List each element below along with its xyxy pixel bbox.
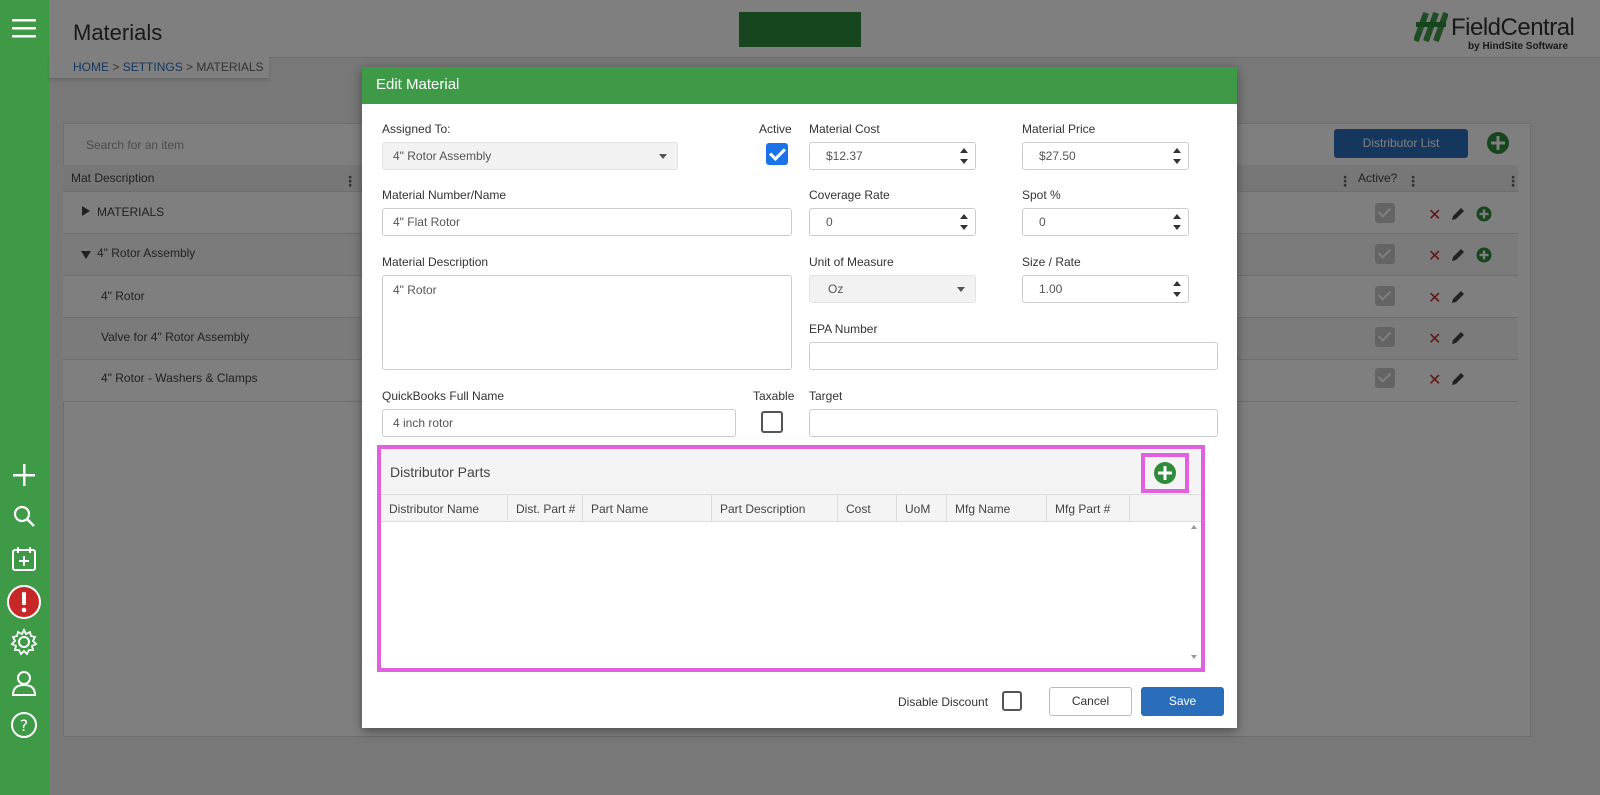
material-cost-label: Material Cost xyxy=(809,122,880,136)
col-spacer xyxy=(1130,495,1201,522)
material-number-label: Material Number/Name xyxy=(382,188,507,202)
search-icon[interactable] xyxy=(8,500,40,532)
scrollbar[interactable] xyxy=(1189,523,1199,661)
target-input[interactable] xyxy=(809,409,1218,437)
col-uom[interactable]: UoM xyxy=(897,495,947,522)
spot-pct-label: Spot % xyxy=(1022,188,1061,202)
add-distributor-part-button[interactable] xyxy=(1141,453,1189,493)
epa-number-label: EPA Number xyxy=(809,322,878,336)
dialog-title: Edit Material xyxy=(362,67,1237,104)
spot-pct-input[interactable]: 0 xyxy=(1022,208,1189,236)
active-checkbox[interactable] xyxy=(766,143,788,165)
distributor-parts-header xyxy=(381,449,1201,494)
disable-discount-checkbox[interactable] xyxy=(1002,691,1022,711)
taxable-checkbox[interactable] xyxy=(761,411,783,433)
material-cost-input[interactable]: $12.37 xyxy=(809,142,976,170)
stepper-icon[interactable] xyxy=(1172,212,1182,232)
material-number-input[interactable]: 4" Flat Rotor xyxy=(382,208,792,236)
col-distributor-name[interactable]: Distributor Name xyxy=(381,495,508,522)
chevron-down-icon xyxy=(659,154,667,159)
edit-material-dialog: Edit Material Assigned To: 4" Rotor Asse… xyxy=(362,67,1237,728)
assigned-to-label: Assigned To: xyxy=(382,122,451,136)
left-nav: ? xyxy=(0,0,49,795)
menu-icon[interactable] xyxy=(8,12,40,44)
quickbooks-name-label: QuickBooks Full Name xyxy=(382,389,505,403)
size-rate-input[interactable]: 1.00 xyxy=(1022,275,1189,303)
distributor-parts-title: Distributor Parts xyxy=(390,464,491,480)
col-mfg-name[interactable]: Mfg Name xyxy=(947,495,1047,522)
col-dist-part-number[interactable]: Dist. Part # xyxy=(508,495,583,522)
col-part-description[interactable]: Part Description xyxy=(712,495,838,522)
add-icon[interactable] xyxy=(8,459,40,491)
alert-icon[interactable] xyxy=(6,584,42,620)
material-description-textarea[interactable]: 4" Rotor xyxy=(382,275,792,370)
material-price-input[interactable]: $27.50 xyxy=(1022,142,1189,170)
active-label: Active xyxy=(759,122,792,136)
save-button[interactable]: Save xyxy=(1141,687,1224,716)
col-part-name[interactable]: Part Name xyxy=(583,495,712,522)
material-price-label: Material Price xyxy=(1022,122,1096,136)
target-label: Target xyxy=(809,389,843,403)
stepper-icon[interactable] xyxy=(1172,146,1182,166)
stepper-icon[interactable] xyxy=(1172,279,1182,299)
col-cost[interactable]: Cost xyxy=(838,495,897,522)
plus-circle-icon xyxy=(1154,462,1176,484)
col-mfg-part-number[interactable]: Mfg Part # xyxy=(1047,495,1130,522)
stepper-icon[interactable] xyxy=(959,212,969,232)
distributor-parts-section: Distributor Parts Distributor Name Dist.… xyxy=(377,445,1205,672)
chevron-down-icon xyxy=(957,287,965,292)
cancel-button[interactable]: Cancel xyxy=(1049,687,1132,716)
distributor-parts-columns: Distributor Name Dist. Part # Part Name … xyxy=(381,494,1201,522)
assigned-to-select[interactable]: 4" Rotor Assembly xyxy=(382,142,678,170)
unit-of-measure-label: Unit of Measure xyxy=(809,255,894,269)
size-rate-label: Size / Rate xyxy=(1022,255,1081,269)
quickbooks-name-input[interactable]: 4 inch rotor xyxy=(382,409,736,437)
gear-icon[interactable] xyxy=(8,626,40,658)
disable-discount-label: Disable Discount xyxy=(898,695,989,709)
coverage-rate-label: Coverage Rate xyxy=(809,188,890,202)
coverage-rate-input[interactable]: 0 xyxy=(809,208,976,236)
unit-of-measure-select[interactable]: Oz xyxy=(809,275,976,303)
user-icon[interactable] xyxy=(8,667,40,699)
help-icon[interactable]: ? xyxy=(8,709,40,741)
epa-number-input[interactable] xyxy=(809,342,1218,370)
taxable-label: Taxable xyxy=(753,389,795,403)
material-description-label: Material Description xyxy=(382,255,489,269)
calendar-add-icon[interactable] xyxy=(8,543,40,575)
stepper-icon[interactable] xyxy=(959,146,969,166)
svg-text:?: ? xyxy=(20,716,29,735)
